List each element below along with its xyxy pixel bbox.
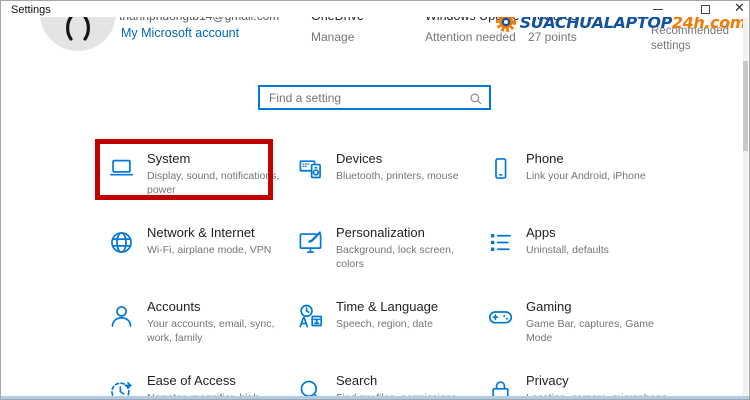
personalization-icon — [297, 229, 324, 256]
header-item-subtitle: Manage — [311, 30, 355, 44]
avatar — [40, 13, 116, 51]
close-button[interactable]: ✕ — [734, 1, 745, 15]
settings-window: Settings ✕ thanhphuongtb14@gmail.com My … — [0, 0, 750, 400]
tile-subtitle: Game Bar, captures, Game Mode — [526, 318, 654, 345]
time-language-icon — [297, 303, 324, 330]
tile-title: Phone — [526, 151, 564, 166]
tile-subtitle: Your accounts, email, sync, work, family — [147, 318, 275, 345]
search-box — [258, 85, 491, 110]
tile-system[interactable]: System Display, sound, notifications, pow… — [98, 141, 287, 215]
tile-subtitle: Uninstall, defaults — [526, 244, 609, 256]
tile-title: Ease of Access — [147, 373, 236, 388]
tile-subtitle: Display, sound, notifications, power — [147, 170, 280, 197]
tile-title: Search — [336, 373, 378, 388]
tile-personalization[interactable]: Personalization Background, lock screen, … — [287, 215, 477, 289]
tile-title: Time & Language — [336, 299, 439, 314]
person-icon — [108, 303, 135, 330]
tile-ease-of-access[interactable]: Ease of AccessNarrator, magnifier, high — [98, 363, 287, 399]
tile-network-internet[interactable]: Network & Internet Wi-Fi, airplane mode, … — [98, 215, 287, 289]
window-bottom-edge — [1, 396, 749, 399]
maximize-button[interactable] — [701, 5, 710, 14]
scrollbar-thumb[interactable] — [743, 61, 748, 151]
tile-privacy[interactable]: PrivacyLocation, camera, microphone — [477, 363, 717, 399]
tile-subtitle: Speech, region, date — [336, 318, 433, 330]
tile-title: System — [147, 151, 191, 166]
tile-title: Privacy — [526, 373, 569, 388]
gamepad-icon — [487, 303, 514, 330]
settings-tiles: System Display, sound, notifications, pow… — [98, 141, 717, 399]
tile-devices[interactable]: Devices Bluetooth, printers, mouse — [287, 141, 477, 215]
microsoft-account-link[interactable]: My Microsoft account — [121, 26, 239, 40]
header-item-onedrive[interactable]: OneDrive Manage — [311, 13, 364, 44]
tile-title: Gaming — [526, 299, 572, 314]
tile-phone[interactable]: Phone Link your Android, iPhone — [477, 141, 717, 215]
avatar-face-icon — [66, 15, 90, 41]
tile-accounts[interactable]: Accounts Your accounts, email, sync, work… — [98, 289, 287, 363]
tile-gaming[interactable]: Gaming Game Bar, captures, Game Mode — [477, 289, 717, 363]
devices-icon — [297, 155, 324, 182]
globe-icon — [108, 229, 135, 256]
tile-title: Network & Internet — [147, 225, 255, 240]
phone-icon — [487, 155, 514, 182]
search-input[interactable] — [260, 87, 489, 108]
tile-title: Apps — [526, 225, 556, 240]
tile-subtitle: Link your Android, iPhone — [526, 170, 646, 182]
tile-title: Devices — [336, 151, 383, 166]
titlebar: Settings — [1, 1, 749, 17]
tile-subtitle: Background, lock screen, colors — [336, 244, 454, 271]
minimize-button[interactable] — [653, 9, 663, 10]
tile-subtitle: Bluetooth, printers, mouse — [336, 170, 459, 182]
apps-icon — [487, 229, 514, 256]
tile-title: Personalization — [336, 225, 425, 240]
window-title: Settings — [11, 4, 51, 16]
laptop-icon — [108, 155, 135, 182]
tile-title: Accounts — [147, 299, 201, 314]
tile-search[interactable]: SearchFind my files, permissions — [287, 363, 477, 399]
tile-apps[interactable]: Apps Uninstall, defaults — [477, 215, 717, 289]
tile-time-language[interactable]: Time & Language Speech, region, date — [287, 289, 477, 363]
tile-subtitle: Wi-Fi, airplane mode, VPN — [147, 244, 272, 256]
search-icon — [470, 93, 482, 105]
scrollbar[interactable] — [743, 17, 748, 396]
